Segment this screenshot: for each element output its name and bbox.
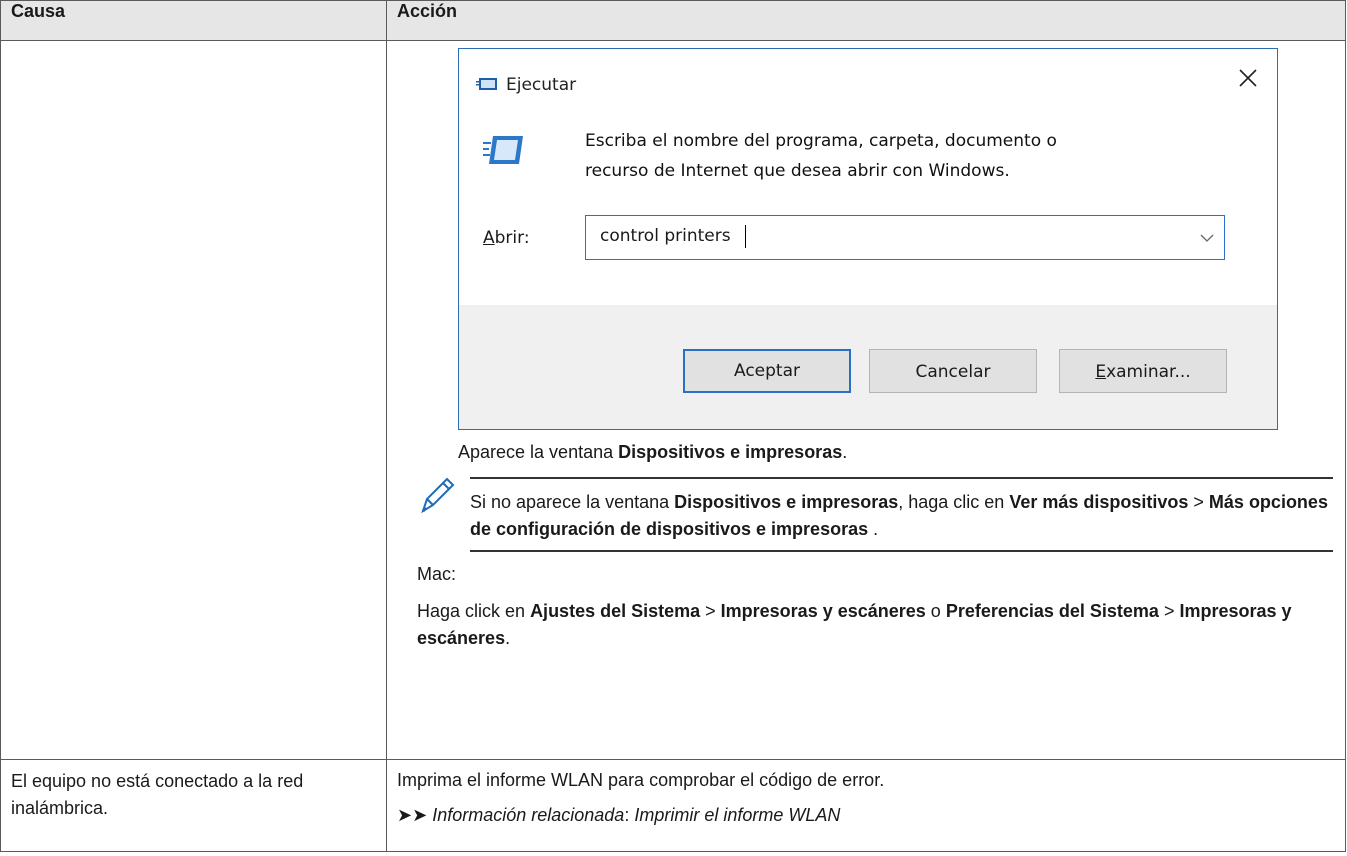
related-info: ➤➤ Información relacionada: Imprimir el … <box>387 793 1345 828</box>
open-input-value[interactable]: control printers <box>600 226 731 246</box>
description-line-1: Escriba el nombre del programa, carpeta,… <box>585 131 1057 151</box>
note-t2: , haga clic en <box>898 492 1010 512</box>
note-b2: Ver más dispositivos <box>1009 492 1189 512</box>
appears-prefix: Aparece la ventana <box>458 442 619 462</box>
ok-button[interactable]: Aceptar <box>683 349 851 393</box>
window-appears-text: Aparece la ventana Dispositivos e impres… <box>387 440 1345 465</box>
cause-cell-empty <box>0 40 387 760</box>
mac-t4: > <box>1158 601 1180 621</box>
run-dialog: Ejecutar Escriba el nombre del programa,… <box>458 48 1278 430</box>
pencil-icon <box>421 477 455 514</box>
mac-b2: Impresoras y escáneres <box>720 601 926 621</box>
appears-bold: Dispositivos e impresoras <box>618 442 843 462</box>
table-row: Ejecutar Escriba el nombre del programa,… <box>0 40 1346 760</box>
open-label-rest: brir: <box>494 228 530 248</box>
dialog-title-text: Ejecutar <box>506 75 577 95</box>
close-icon[interactable] <box>1237 67 1259 89</box>
note-bottom-rule <box>470 550 1333 552</box>
open-label: Abrir: <box>483 228 530 248</box>
run-large-icon <box>483 136 523 164</box>
browse-mnemonic: E <box>1095 362 1107 382</box>
table-header-row: Causa Acción <box>0 0 1346 41</box>
action-cell: Imprima el informe WLAN para comprobar e… <box>386 759 1346 852</box>
mac-t5: . <box>505 628 511 648</box>
dialog-description: Escriba el nombre del programa, carpeta,… <box>585 126 1057 186</box>
cause-cell: El equipo no está conectado a la red ina… <box>0 759 387 852</box>
dialog-button-bar: Aceptar Cancelar Examinar... <box>459 305 1277 429</box>
note-t3: > <box>1188 492 1209 512</box>
note-t1: Si no aparece la ventana <box>470 492 675 512</box>
related-link[interactable]: Imprimir el informe WLAN <box>634 805 840 825</box>
mac-t1: Haga click en <box>417 601 531 621</box>
note-box: Si no aparece la ventana Dispositivos e … <box>387 477 1345 552</box>
mac-b3: Preferencias del Sistema <box>945 601 1159 621</box>
mac-t3: o <box>925 601 946 621</box>
browse-label-rest: xaminar... <box>1106 362 1191 382</box>
browse-button[interactable]: Examinar... <box>1059 349 1227 393</box>
note-t4: . <box>868 519 879 539</box>
dialog-title: Ejecutar <box>476 75 576 95</box>
note-text: Si no aparece la ventana Dispositivos e … <box>387 479 1345 550</box>
cause-text: El equipo no está conectado a la red ina… <box>11 771 304 818</box>
note-b1: Dispositivos e impresoras <box>674 492 899 512</box>
cancel-button[interactable]: Cancelar <box>869 349 1037 393</box>
related-sep: : <box>624 805 635 825</box>
table-row: El equipo no está conectado a la red ina… <box>0 759 1346 852</box>
run-icon <box>476 78 497 90</box>
mac-label: Mac: <box>417 564 457 584</box>
mac-t2: > <box>700 601 721 621</box>
related-arrows-icon: ➤➤ <box>397 805 428 825</box>
open-combobox[interactable]: control printers <box>585 215 1225 260</box>
mac-b1: Ajustes del Sistema <box>530 601 701 621</box>
chevron-down-icon[interactable] <box>1200 233 1214 243</box>
action-text: Imprima el informe WLAN para comprobar e… <box>397 770 885 790</box>
related-label: Información relacionada <box>432 805 625 825</box>
open-label-mnemonic: A <box>483 228 495 248</box>
troubleshooting-table: Causa Acción Ejecutar Escriba el nombre … <box>0 0 1346 852</box>
header-cause: Causa <box>0 0 387 41</box>
action-cell: Ejecutar Escriba el nombre del programa,… <box>386 40 1346 760</box>
mac-instructions: Haga click en Ajustes del Sistema > Impr… <box>387 598 1345 652</box>
description-line-2: recurso de Internet que desea abrir con … <box>585 161 1010 181</box>
header-action: Acción <box>386 0 1346 41</box>
text-caret <box>745 225 746 248</box>
appears-suffix: . <box>842 442 848 462</box>
